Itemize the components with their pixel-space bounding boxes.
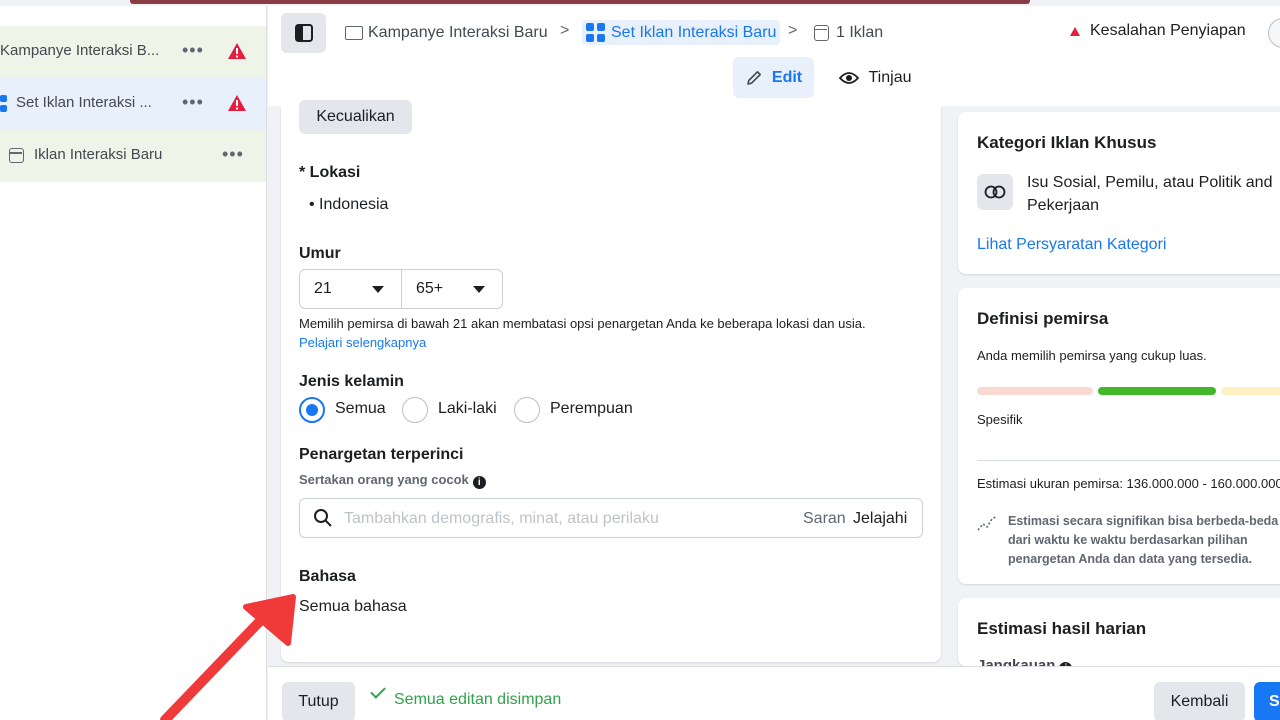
more-options-icon[interactable]: ••• (182, 40, 204, 61)
gender-label-male: Laki-laki (438, 400, 497, 417)
saved-status: Semua editan disimpan (394, 691, 562, 708)
eye-icon (838, 71, 859, 84)
gender-radio-all[interactable] (299, 397, 325, 423)
editor-footer: Tutup Semua editan disimpan Kembali S (268, 666, 1280, 720)
search-icon (314, 509, 332, 527)
age-title: Umur (299, 245, 341, 262)
audience-size-estimate: Estimasi ukuran pemirsa: 136.000.000 - 1… (977, 476, 1280, 491)
chevron-right-icon: > (560, 22, 570, 39)
subtitle-text: Sertakan orang yang cocok (299, 472, 469, 487)
location-title: * Lokasi (299, 164, 361, 181)
audience-meter-broad (1221, 387, 1280, 395)
sidebar-item-label: Kampanye Interaksi B... (0, 42, 160, 59)
edit-pencil-icon (747, 70, 761, 85)
suggest-button[interactable]: Saran (803, 510, 846, 528)
setup-error-indicator[interactable]: Kesalahan Penyiapan (1070, 22, 1246, 40)
language-value: Semua bahasa (299, 598, 407, 615)
detailed-targeting-subtitle: Sertakan orang yang cocok i (299, 472, 486, 489)
age-min-select[interactable]: 21 (299, 269, 402, 309)
edit-label: Edit (771, 68, 803, 86)
warning-icon (1070, 26, 1080, 36)
gender-label-all: Semua (335, 400, 386, 417)
audience-scale-label: Spesifik (977, 412, 1023, 427)
audience-meter-defined (1098, 387, 1216, 395)
caret-down-icon (473, 286, 485, 293)
overlap-circles-icon (984, 185, 1006, 199)
gender-radio-female[interactable] (514, 397, 540, 423)
chevron-right-icon: > (788, 22, 798, 39)
breadcrumb-label: Kampanye Interaksi Baru (368, 23, 548, 41)
learn-more-link[interactable]: Pelajari selengkapnya (299, 335, 426, 350)
age-max-value: 65+ (416, 280, 444, 297)
special-category-description: Isu Sosial, Pemilu, atau Politik and Pek… (1027, 174, 1273, 214)
more-options-icon[interactable]: ••• (222, 144, 244, 165)
review-label: Tinjau (868, 68, 912, 86)
caret-down-icon (372, 286, 384, 293)
special-category-title: Kategori Iklan Khusus (977, 133, 1157, 152)
gender-title: Jenis kelamin (299, 373, 404, 390)
folder-icon (345, 25, 363, 40)
setup-error-label: Kesalahan Penyiapan (1090, 22, 1246, 39)
gender-radio-male[interactable] (402, 397, 428, 423)
avatar[interactable] (1268, 18, 1280, 48)
detailed-targeting-title: Penargetan terperinci (299, 446, 464, 463)
document-icon (9, 148, 24, 163)
audience-meter-specific (977, 387, 1093, 395)
check-icon (370, 683, 386, 699)
age-min-value: 21 (314, 280, 332, 297)
sidebar-toggle-icon (294, 24, 313, 42)
audience-targeting-card: Kecualikan * Lokasi • Indonesia Umur 21 … (281, 100, 941, 662)
location-value: • Indonesia (309, 196, 389, 213)
sidebar-item-label: Set Iklan Interaksi ... (16, 94, 152, 111)
more-options-icon[interactable]: ••• (182, 92, 204, 113)
warning-icon (228, 95, 246, 111)
document-icon (814, 24, 829, 41)
daily-results-title: Estimasi hasil harian (977, 619, 1147, 638)
sidebar-item-ad[interactable]: Iklan Interaksi Baru ••• (0, 130, 266, 182)
gender-label-female: Perempuan (550, 400, 633, 417)
exclude-button[interactable]: Kecualikan (299, 100, 412, 134)
trend-icon (977, 515, 998, 531)
sidebar-toggle-button[interactable] (281, 13, 326, 53)
browse-button[interactable]: Jelajahi (853, 510, 907, 528)
info-icon[interactable]: i (472, 476, 486, 489)
audience-definition-card: Definisi pemirsa Anda memilih pemirsa ya… (958, 288, 1280, 584)
category-requirements-link[interactable]: Lihat Persyaratan Kategori (977, 236, 1166, 254)
category-icon-box (977, 174, 1013, 210)
reach-label-text: Jangkauan (977, 657, 1056, 666)
audience-summary: Anda memilih pemirsa yang cukup luas. (977, 348, 1207, 363)
age-note: Memilih pemirsa di bawah 21 akan membata… (299, 316, 866, 331)
breadcrumb-campaign[interactable]: Kampanye Interaksi Baru (345, 20, 548, 45)
close-button[interactable]: Tutup (282, 682, 355, 720)
breadcrumb-ad[interactable]: 1 Iklan (814, 20, 883, 45)
sidebar-item-label: Iklan Interaksi Baru (34, 146, 163, 163)
submit-button[interactable]: S (1254, 682, 1280, 720)
grid-icon (586, 23, 605, 42)
edit-button[interactable]: Edit (733, 57, 814, 98)
breadcrumb-label: 1 Iklan (836, 23, 884, 41)
editor-header: Kampanye Interaksi Baru > Set Iklan Inte… (268, 6, 1280, 106)
review-button[interactable]: Tinjau (832, 57, 918, 98)
detailed-targeting-search[interactable]: Tambahkan demografis, minat, atau perila… (299, 498, 923, 538)
sidebar-item-adset[interactable]: Set Iklan Interaksi ... ••• (0, 78, 266, 130)
breadcrumb-label: Set Iklan Interaksi Baru (611, 23, 777, 41)
special-ad-category-card: Kategori Iklan Khusus Isu Sosial, Pemilu… (958, 112, 1280, 274)
age-max-select[interactable]: 65+ (401, 269, 503, 309)
back-button[interactable]: Kembali (1154, 682, 1245, 720)
sidebar-item-campaign[interactable]: Kampanye Interaksi B... ••• (0, 26, 266, 78)
warning-icon (228, 43, 246, 59)
breadcrumb-adset[interactable]: Set Iklan Interaksi Baru (582, 20, 781, 45)
search-placeholder: Tambahkan demografis, minat, atau perila… (344, 510, 659, 527)
audience-definition-title: Definisi pemirsa (977, 309, 1109, 328)
campaign-sidebar: Kampanye Interaksi B... ••• Set Iklan In… (0, 6, 267, 720)
daily-results-card: Estimasi hasil harian Jangkauani (958, 598, 1280, 666)
reach-label: Jangkauani (977, 657, 1073, 666)
language-title: Bahasa (299, 568, 356, 585)
top-accent-bar (130, 0, 1030, 4)
audience-estimate-note: Estimasi secara signifikan bisa berbeda-… (1008, 514, 1279, 566)
grid-icon (0, 95, 7, 113)
divider (977, 460, 1280, 461)
